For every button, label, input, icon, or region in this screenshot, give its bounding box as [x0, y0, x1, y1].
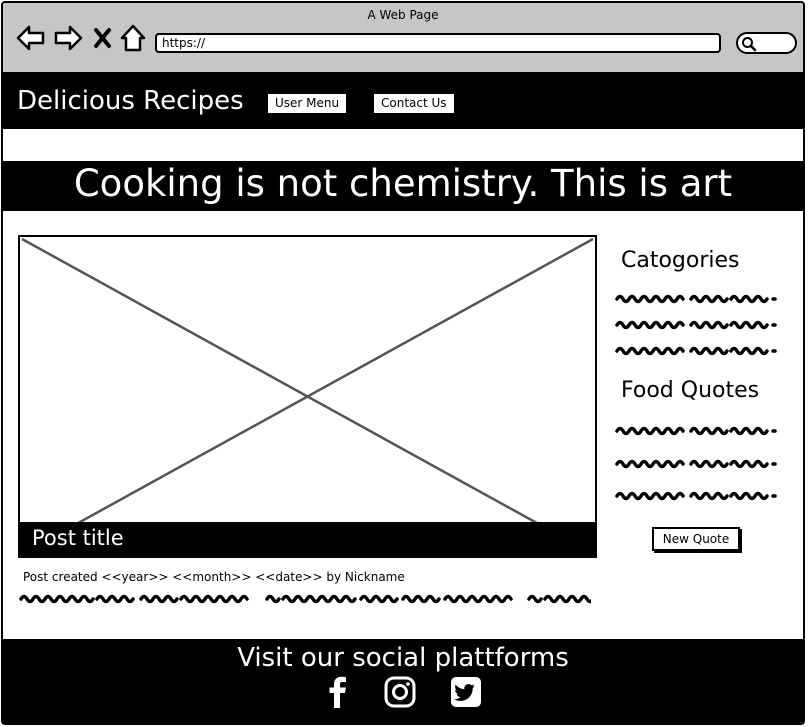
categories-heading: Catogories	[621, 248, 740, 273]
search-icon	[742, 37, 757, 52]
quote-line	[615, 426, 777, 436]
quote-line	[615, 459, 777, 469]
category-item[interactable]	[615, 318, 777, 332]
browser-chrome: A Web Page https://	[3, 3, 803, 74]
post-image-placeholder[interactable]: Post title	[18, 235, 597, 558]
facebook-icon[interactable]	[321, 675, 355, 709]
browser-window: A Web Page https:// Delicious Recipes Us…	[1, 1, 805, 725]
window-title: A Web Page	[367, 8, 439, 22]
quote-line	[615, 491, 777, 501]
contact-us-button[interactable]: Contact Us	[373, 93, 455, 114]
stop-icon[interactable]	[92, 23, 114, 53]
site-footer: Visit our social plattforms	[3, 639, 803, 723]
site-header: Delicious Recipes User Menu Contact Us	[3, 74, 803, 129]
back-icon[interactable]	[16, 23, 46, 53]
footer-title: Visit our social plattforms	[237, 643, 569, 673]
post-excerpt-scribble	[19, 594, 591, 604]
twitter-icon[interactable]	[449, 675, 483, 709]
user-menu-button[interactable]: User Menu	[267, 93, 348, 114]
address-bar[interactable]: https://	[155, 33, 721, 53]
category-item[interactable]	[615, 344, 777, 358]
instagram-icon[interactable]	[383, 675, 417, 709]
image-placeholder-icon	[21, 237, 594, 556]
site-brand[interactable]: Delicious Recipes	[17, 86, 244, 116]
post-title[interactable]: Post title	[20, 522, 595, 556]
food-quotes-heading: Food Quotes	[621, 378, 760, 403]
address-bar-text: https://	[162, 36, 206, 50]
category-item[interactable]	[615, 292, 777, 306]
forward-icon[interactable]	[53, 23, 83, 53]
post-meta: Post created <<year>> <<month>> <<date>>…	[23, 570, 405, 584]
browser-search-box[interactable]	[736, 32, 797, 54]
hero-banner: Cooking is not chemistry. This is art	[3, 161, 803, 211]
home-icon[interactable]	[118, 23, 148, 53]
new-quote-button[interactable]: New Quote	[652, 527, 740, 551]
